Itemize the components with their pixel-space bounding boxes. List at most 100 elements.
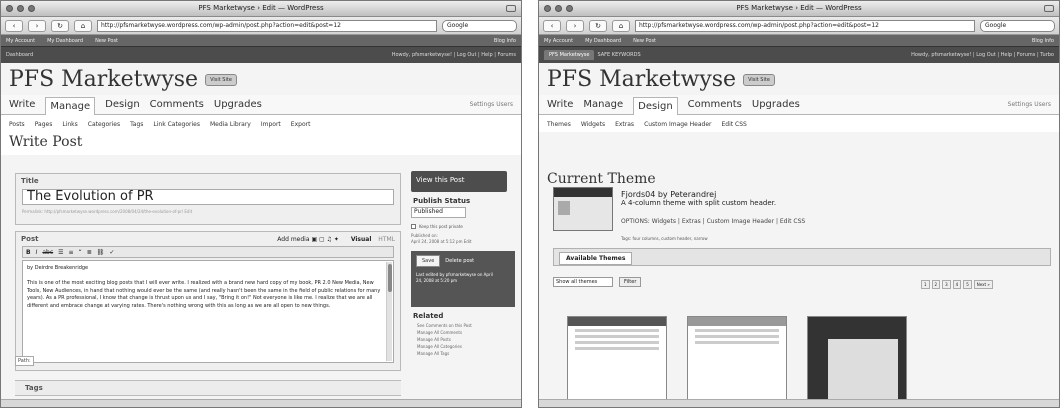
permalink[interactable]: Permalink: http://pfsmarketwyse.wordpres…: [16, 206, 400, 217]
related-link[interactable]: See Comments on this Post: [411, 322, 515, 329]
admin-link-my-dashboard[interactable]: My Dashboard: [585, 38, 621, 44]
settings-users-links[interactable]: Settings Users: [1008, 101, 1051, 108]
zoom-window-icon[interactable]: [28, 5, 35, 12]
toolbar-toggle-icon[interactable]: [1044, 5, 1054, 12]
search-input[interactable]: Google: [442, 19, 517, 32]
theme-thumbnail[interactable]: [687, 316, 787, 400]
page-3[interactable]: 3: [942, 280, 951, 289]
tags-box[interactable]: Tags: [15, 380, 401, 396]
subnav-import[interactable]: Import: [261, 121, 281, 128]
subnav-categories[interactable]: Categories: [88, 121, 120, 128]
scroll-thumb[interactable]: [387, 264, 392, 292]
page-1[interactable]: 1: [921, 280, 930, 289]
admin-link-my-dashboard[interactable]: My Dashboard: [47, 38, 83, 44]
delete-post-link[interactable]: Delete post: [445, 258, 474, 264]
subnav-link-categories[interactable]: Link Categories: [153, 121, 200, 128]
quote-icon[interactable]: “: [79, 249, 82, 256]
subnav-custom-image-header[interactable]: Custom Image Header: [644, 121, 711, 128]
nav-design[interactable]: Design: [105, 99, 140, 110]
nav-design[interactable]: Design: [633, 96, 678, 115]
back-icon[interactable]: ‹: [543, 19, 561, 32]
admin-link-new-post[interactable]: New Post: [633, 38, 656, 44]
theme-thumbnail[interactable]: [567, 316, 667, 400]
header-tab-pfs[interactable]: PFS Marketwyse: [544, 50, 595, 60]
nav-write[interactable]: Write: [9, 99, 35, 110]
visual-tab[interactable]: Visual: [351, 236, 372, 243]
page-5[interactable]: 5: [963, 280, 972, 289]
related-link[interactable]: Manage All Posts: [411, 336, 515, 343]
private-checkbox[interactable]: [411, 224, 416, 229]
related-link[interactable]: Manage All Categories: [411, 343, 515, 350]
nav-upgrades[interactable]: Upgrades: [214, 99, 262, 110]
forward-icon[interactable]: ›: [28, 19, 46, 32]
save-button[interactable]: Save: [416, 255, 441, 267]
link-icon[interactable]: ⛓: [97, 249, 105, 256]
available-themes-tab[interactable]: Available Themes: [559, 252, 633, 265]
spellcheck-icon[interactable]: ✓: [109, 249, 114, 256]
dashboard-label[interactable]: Dashboard: [6, 52, 33, 58]
published-date[interactable]: April 24, 2008 at 5:12 pm Edit: [411, 239, 515, 245]
subnav-export[interactable]: Export: [291, 121, 311, 128]
admin-link-new-post[interactable]: New Post: [95, 38, 118, 44]
subnav-links[interactable]: Links: [62, 121, 77, 128]
reload-icon[interactable]: ↻: [589, 19, 607, 32]
strikethrough-icon[interactable]: abc: [42, 249, 53, 256]
close-window-icon[interactable]: [6, 5, 13, 12]
theme-options-links[interactable]: OPTIONS: Widgets | Extras | Custom Image…: [621, 218, 805, 225]
html-tab[interactable]: HTML: [378, 236, 395, 243]
publish-status-select[interactable]: Published: [411, 207, 466, 218]
subnav-media-library[interactable]: Media Library: [210, 121, 251, 128]
window-titlebar[interactable]: PFS Marketwyse › Edit — WordPress: [539, 1, 1059, 17]
related-link[interactable]: Manage All Tags: [411, 350, 515, 357]
subnav-tags[interactable]: Tags: [130, 121, 143, 128]
subnav-posts[interactable]: Posts: [9, 121, 25, 128]
address-bar[interactable]: http://pfsmarketwyse.wordpress.com/wp-ad…: [97, 19, 437, 32]
minimize-window-icon[interactable]: [17, 5, 24, 12]
nav-manage[interactable]: Manage: [583, 99, 623, 110]
align-icon[interactable]: ≣: [87, 249, 92, 256]
user-links[interactable]: Howdy, pfsmarketwyse! | Log Out | Help |…: [911, 52, 1054, 58]
settings-users-links[interactable]: Settings Users: [470, 101, 513, 108]
editor-scrollbar[interactable]: [386, 262, 392, 361]
address-bar[interactable]: http://pfsmarketwyse.wordpress.com/wp-ad…: [635, 19, 975, 32]
subnav-extras[interactable]: Extras: [615, 121, 634, 128]
add-media-link[interactable]: Add media: [277, 236, 309, 243]
page-2[interactable]: 2: [931, 280, 941, 289]
header-tab-safe[interactable]: SAFE KEYWORDS: [597, 52, 640, 58]
blog-info-link[interactable]: Blog Info: [1032, 38, 1054, 44]
subnav-themes[interactable]: Themes: [547, 121, 571, 128]
search-input[interactable]: Google: [980, 19, 1055, 32]
filter-button[interactable]: Filter: [619, 277, 642, 287]
zoom-window-icon[interactable]: [566, 5, 573, 12]
show-themes-select[interactable]: Show all themes: [553, 277, 613, 287]
post-title-input[interactable]: The Evolution of PR: [22, 189, 394, 205]
media-icons[interactable]: ▣ ▢ ♫ ✦: [311, 236, 338, 243]
toolbar-toggle-icon[interactable]: [506, 5, 516, 12]
theme-name[interactable]: Fjords04 by Peterandrej: [621, 190, 776, 199]
reload-icon[interactable]: ↻: [51, 19, 69, 32]
nav-write[interactable]: Write: [547, 99, 573, 110]
admin-link-my-account[interactable]: My Account: [544, 38, 573, 44]
back-icon[interactable]: ‹: [5, 19, 23, 32]
bold-icon[interactable]: B: [26, 249, 31, 256]
theme-thumbnail[interactable]: [807, 316, 907, 400]
admin-link-my-account[interactable]: My Account: [6, 38, 35, 44]
visit-site-button[interactable]: Visit Site: [743, 73, 775, 86]
italic-icon[interactable]: I: [36, 249, 38, 256]
home-icon[interactable]: ⌂: [74, 19, 92, 32]
forward-icon[interactable]: ›: [566, 19, 584, 32]
close-window-icon[interactable]: [544, 5, 551, 12]
nav-upgrades[interactable]: Upgrades: [752, 99, 800, 110]
nav-comments[interactable]: Comments: [150, 99, 204, 110]
blog-info-link[interactable]: Blog Info: [494, 38, 516, 44]
home-icon[interactable]: ⌂: [612, 19, 630, 32]
subnav-pages[interactable]: Pages: [35, 121, 53, 128]
view-post-button[interactable]: View this Post: [411, 171, 507, 192]
minimize-window-icon[interactable]: [555, 5, 562, 12]
user-links[interactable]: Howdy, pfsmarketwyse! | Log Out | Help |…: [392, 52, 516, 58]
next-page[interactable]: Next »: [973, 280, 993, 289]
window-titlebar[interactable]: PFS Marketwyse › Edit — WordPress: [1, 1, 521, 17]
related-link[interactable]: Manage All Comments: [411, 329, 515, 336]
subnav-edit-css[interactable]: Edit CSS: [722, 121, 747, 128]
subnav-widgets[interactable]: Widgets: [581, 121, 605, 128]
